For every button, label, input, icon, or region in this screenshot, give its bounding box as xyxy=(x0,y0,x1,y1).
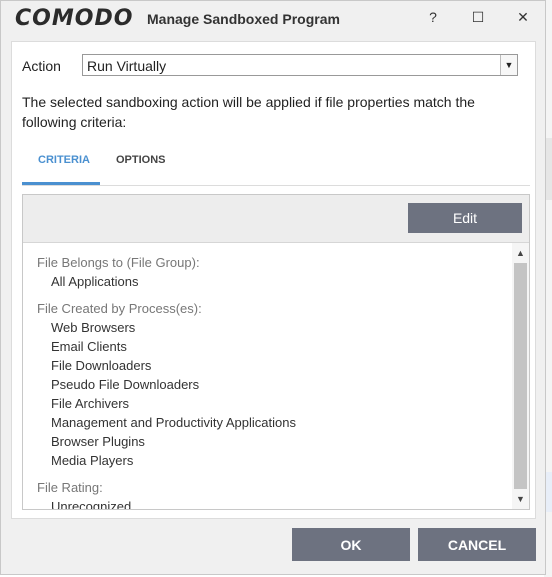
tab-options[interactable]: OPTIONS xyxy=(116,154,166,166)
content-panel: Action Run Virtually ▼ The selected sand… xyxy=(11,41,536,519)
list-item: File Downloaders xyxy=(51,358,152,373)
criteria-scrollbar[interactable]: ▲ ▼ xyxy=(512,243,529,509)
criteria-list[interactable]: File Belongs to (File Group): All Applic… xyxy=(23,243,513,509)
list-item: File Archivers xyxy=(51,396,130,411)
help-icon: ? xyxy=(429,9,437,25)
scroll-up-icon[interactable]: ▲ xyxy=(512,245,529,261)
close-icon: ✕ xyxy=(517,8,529,25)
list-item: Email Clients xyxy=(51,339,127,354)
comodo-logo: COMODO xyxy=(15,6,134,31)
tab-criteria[interactable]: CRITERIA xyxy=(38,154,90,166)
close-button[interactable]: ✕ xyxy=(509,5,537,29)
ok-button[interactable]: OK xyxy=(292,528,410,561)
action-select-value: Run Virtually xyxy=(87,58,167,74)
help-button[interactable]: ? xyxy=(419,5,447,29)
group-header-file-rating: File Rating: xyxy=(37,480,103,495)
cancel-button[interactable]: CANCEL xyxy=(418,528,536,561)
tab-bar: CRITERIA OPTIONS xyxy=(22,142,530,186)
group-header-created-by: File Created by Process(es): xyxy=(37,301,202,316)
list-item: Management and Productivity Applications xyxy=(51,415,296,430)
maximize-button[interactable]: ☐ xyxy=(464,5,492,29)
list-item: All Applications xyxy=(51,274,139,289)
group-header-file-group: File Belongs to (File Group): xyxy=(37,255,200,270)
maximize-icon: ☐ xyxy=(471,8,485,25)
list-item: Media Players xyxy=(51,453,134,468)
list-item: Unrecognized xyxy=(51,499,132,509)
window-title: Manage Sandboxed Program xyxy=(147,11,340,27)
scroll-thumb[interactable] xyxy=(514,263,527,489)
action-label: Action xyxy=(22,58,61,74)
description-text: The selected sandboxing action will be a… xyxy=(22,94,475,130)
edit-button[interactable]: Edit xyxy=(408,203,522,233)
dropdown-arrow-icon[interactable]: ▼ xyxy=(500,55,517,75)
list-item: Web Browsers xyxy=(51,320,136,335)
list-item: Pseudo File Downloaders xyxy=(51,377,200,392)
dialog-window: COMODO Manage Sandboxed Program ? ☐ ✕ Ac… xyxy=(0,0,546,575)
criteria-box: Edit File Belongs to (File Group): All A… xyxy=(22,194,530,510)
criteria-toolbar: Edit xyxy=(23,195,529,243)
scroll-down-icon[interactable]: ▼ xyxy=(512,491,529,507)
list-item: Browser Plugins xyxy=(51,434,145,449)
active-tab-indicator xyxy=(22,182,100,185)
action-select[interactable]: Run Virtually ▼ xyxy=(82,54,518,76)
title-bar[interactable]: COMODO Manage Sandboxed Program ? ☐ ✕ xyxy=(1,1,545,35)
